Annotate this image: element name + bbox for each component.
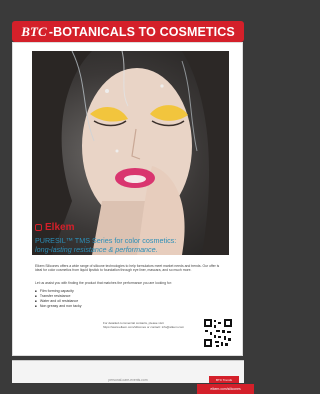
next-page-preview: personal-care-events.com BTC Trends bbox=[12, 360, 244, 383]
elkem-mark-icon bbox=[35, 224, 42, 231]
intro-paragraph: Elkem Silicones offers a wide range of s… bbox=[35, 264, 220, 273]
ad-headline: PURESIL™ TMS Series for color cosmetics:… bbox=[35, 236, 225, 254]
advertisement-page: Elkem PURESIL™ TMS Series for color cosm… bbox=[12, 42, 254, 394]
feature-list: Film forming capacity Transfer resistanc… bbox=[35, 289, 82, 309]
banner-title: -BOTANICALS TO COSMETICS bbox=[48, 24, 235, 39]
headline-subtitle: long-lasting resistance & performance. bbox=[35, 244, 158, 254]
magazine-banner: BTC -BOTANICALS TO COSMETICS bbox=[12, 21, 244, 42]
qr-code[interactable] bbox=[204, 319, 232, 347]
ad-web-tag[interactable]: elkem.com/silicones bbox=[197, 384, 254, 394]
contact-text: For detailed commercial contacts, please… bbox=[103, 321, 185, 329]
brand-name: Elkem bbox=[45, 222, 75, 233]
lead-paragraph: Let us assist you with finding the produ… bbox=[35, 281, 172, 285]
list-item: Non greasy and non tacky bbox=[35, 304, 82, 309]
elkem-logo: Elkem bbox=[35, 222, 74, 233]
btc-logo: BTC bbox=[21, 23, 47, 39]
